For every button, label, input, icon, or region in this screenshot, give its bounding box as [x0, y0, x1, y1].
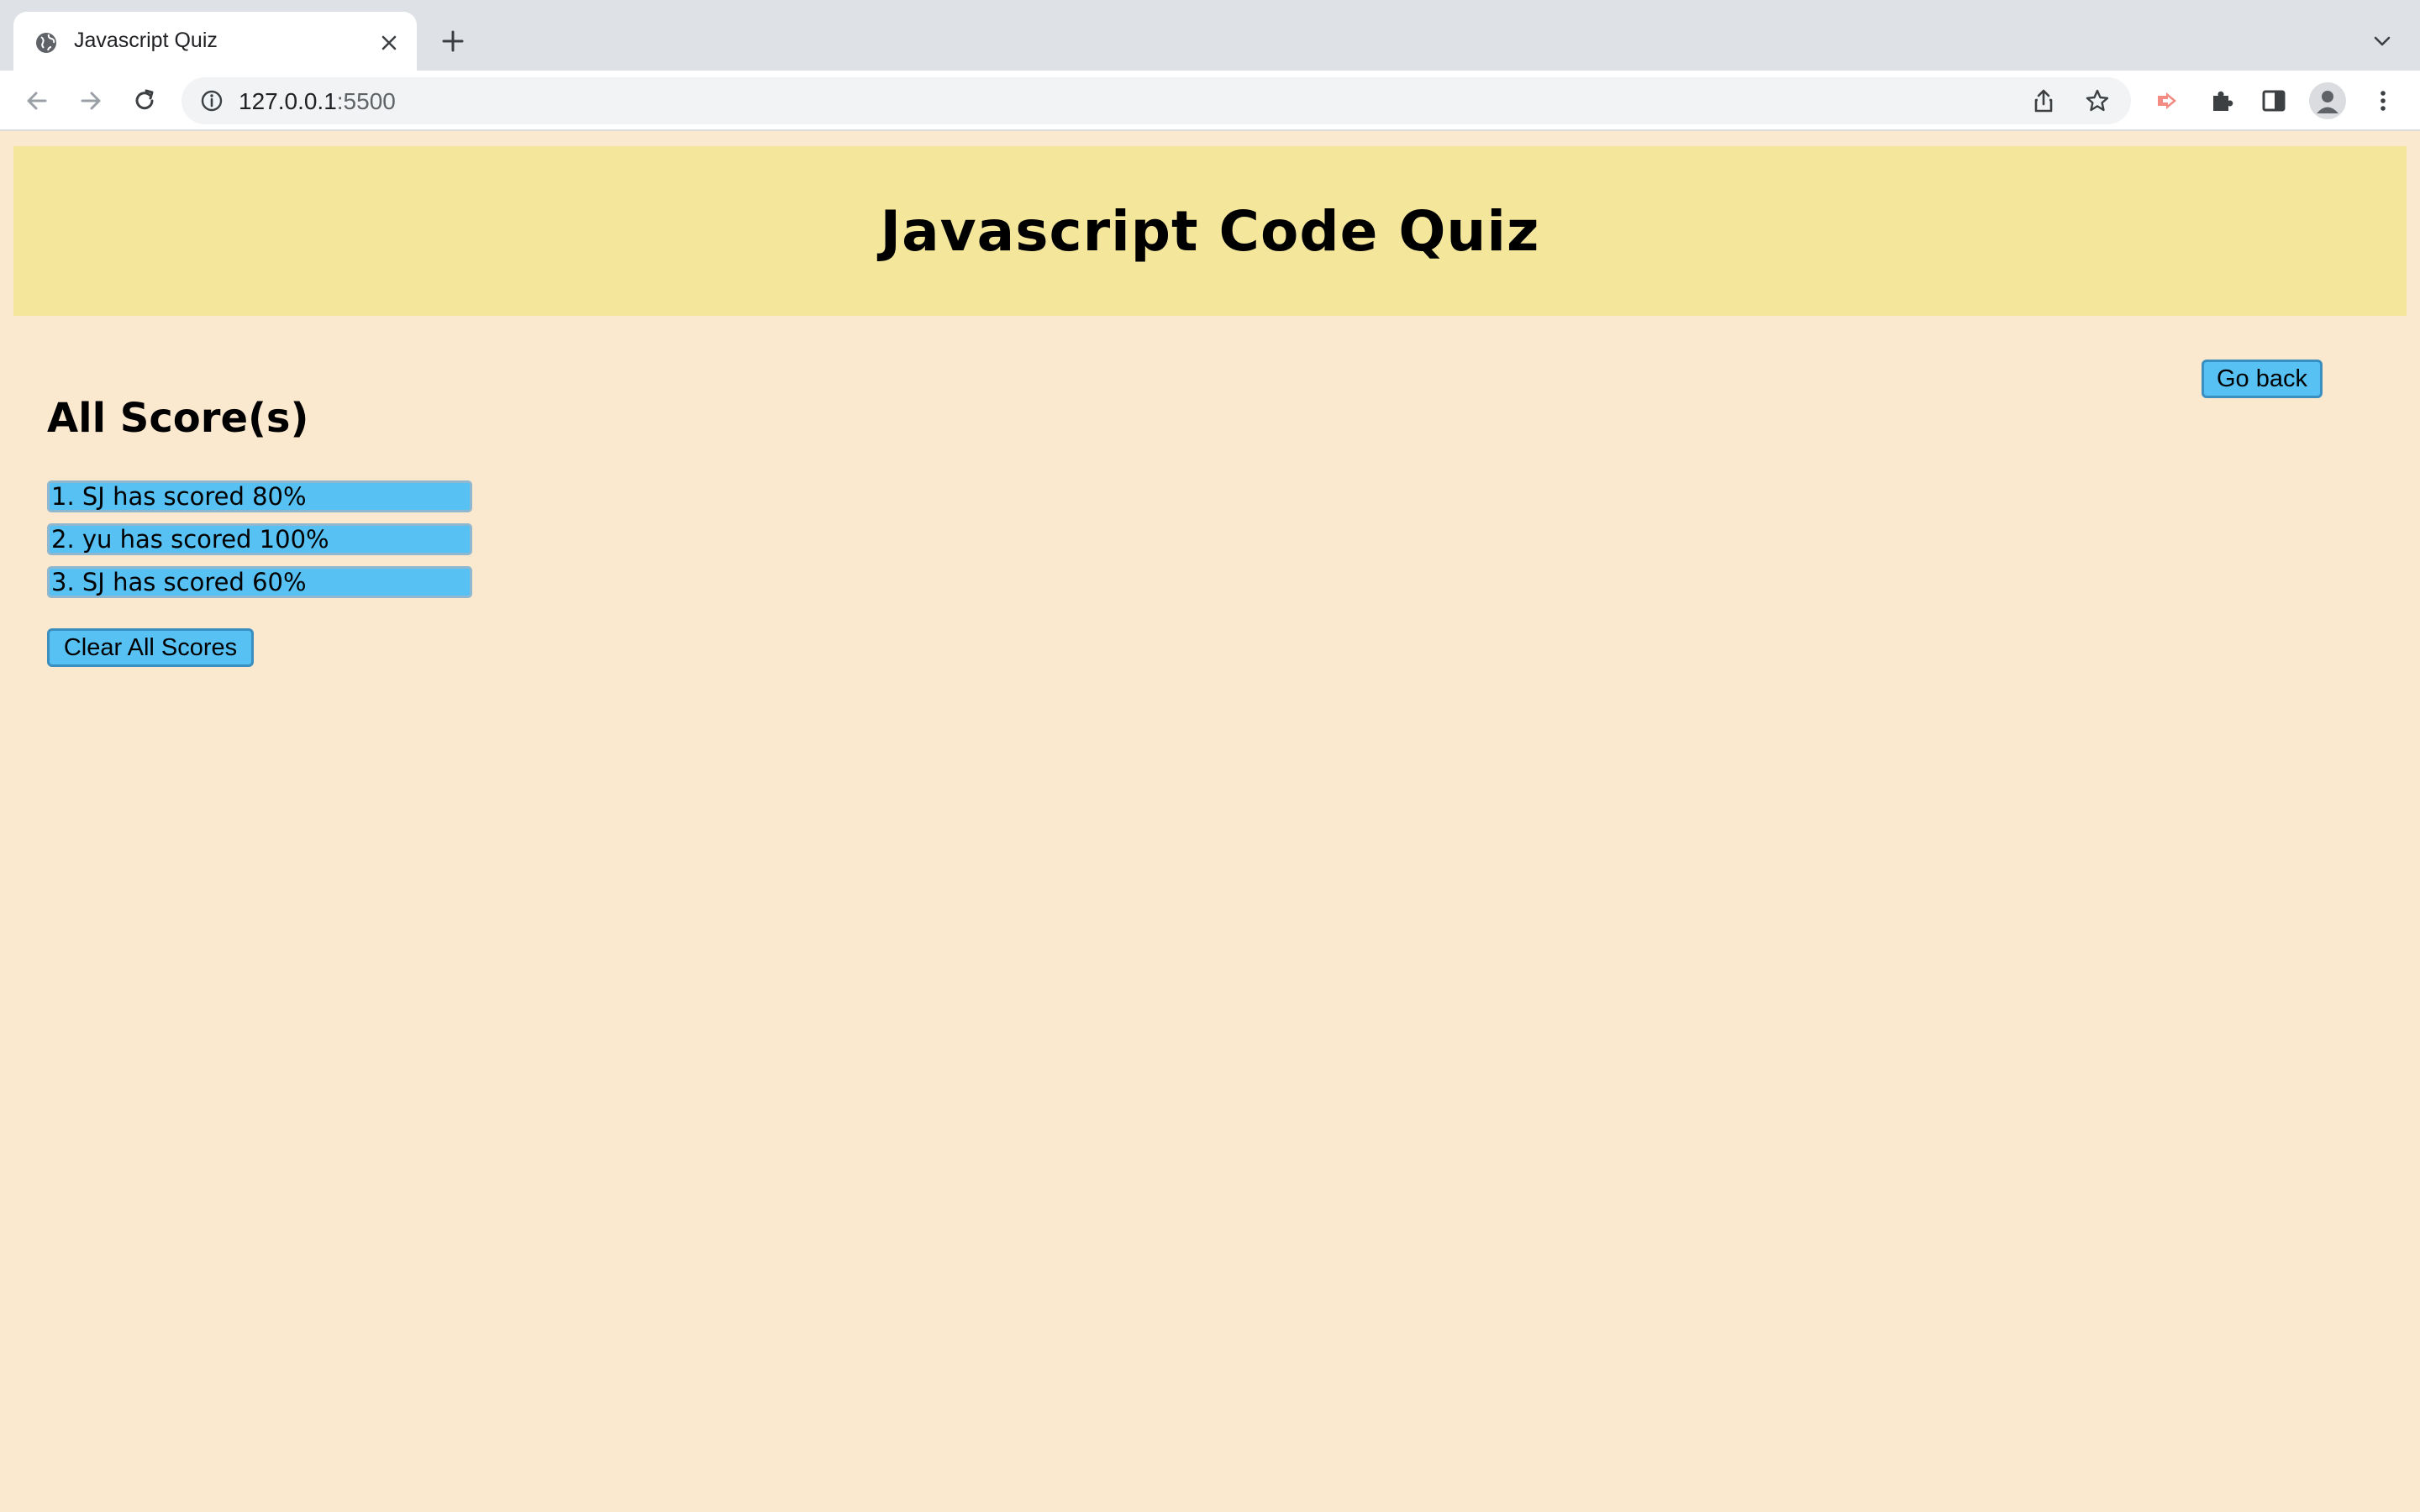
- kebab-menu-icon[interactable]: [2368, 86, 2398, 116]
- reload-icon[interactable]: [129, 86, 160, 116]
- chevron-down-icon[interactable]: [2370, 29, 2395, 54]
- close-icon[interactable]: [376, 30, 402, 55]
- side-panel-icon[interactable]: [2259, 86, 2289, 116]
- score-item: 3. SJ has scored 60%: [47, 566, 472, 598]
- clear-scores-button[interactable]: Clear All Scores: [47, 628, 254, 667]
- plus-icon[interactable]: [439, 27, 467, 55]
- scores-heading: All Score(s): [47, 395, 309, 442]
- back-arrow-icon[interactable]: [22, 86, 52, 116]
- star-icon[interactable]: [2084, 87, 2111, 114]
- person-icon: [2317, 91, 2338, 113]
- share-icon[interactable]: [2030, 87, 2057, 114]
- address-bar[interactable]: 127.0.0.1:5500: [182, 77, 2131, 124]
- go-back-button[interactable]: Go back: [2202, 360, 2323, 398]
- page-title: Javascript Code Quiz: [880, 198, 1540, 264]
- score-item: 2. yu has scored 100%: [47, 523, 472, 555]
- tab-title: Javascript Quiz: [74, 29, 218, 52]
- extension-icon[interactable]: [2153, 86, 2183, 116]
- info-icon[interactable]: [200, 89, 224, 113]
- page-header: Javascript Code Quiz: [13, 146, 2407, 316]
- score-list: 1. SJ has scored 80% 2. yu has scored 10…: [47, 480, 472, 609]
- url-host: 127.0.0.1: [239, 88, 337, 114]
- browser-tab-strip: Javascript Quiz: [0, 0, 2420, 71]
- score-item: 1. SJ has scored 80%: [47, 480, 472, 512]
- browser-toolbar: 127.0.0.1:5500: [0, 71, 2420, 131]
- profile-icon[interactable]: [2309, 82, 2346, 119]
- forward-arrow-icon[interactable]: [76, 86, 106, 116]
- puzzle-icon[interactable]: [2207, 86, 2237, 116]
- url-port: :5500: [336, 88, 396, 114]
- url-text[interactable]: 127.0.0.1:5500: [239, 88, 396, 115]
- browser-tab[interactable]: Javascript Quiz: [13, 12, 417, 71]
- page-content: Javascript Code Quiz Go back All Score(s…: [0, 133, 2420, 1512]
- globe-icon: [36, 33, 56, 53]
